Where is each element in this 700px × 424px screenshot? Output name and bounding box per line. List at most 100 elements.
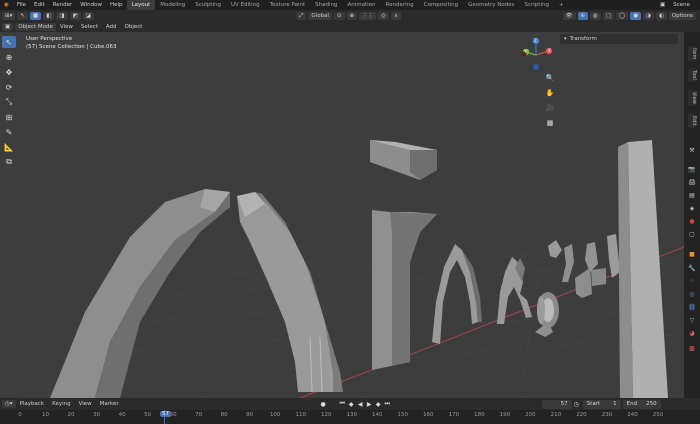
timeline-menu-marker[interactable]: Marker — [96, 401, 123, 407]
shading-solid-icon[interactable]: ● — [630, 12, 642, 20]
output-props-icon[interactable]: 🖨 — [687, 178, 697, 187]
measure-icon[interactable]: 📐 — [2, 141, 16, 153]
play-reverse-icon[interactable]: ◀ — [356, 400, 365, 409]
timeline-editor-icon[interactable]: ◷▾ — [2, 400, 16, 408]
arch-mesh-2[interactable] — [237, 192, 343, 393]
tab-animation[interactable]: Animation — [342, 0, 380, 10]
menu-view[interactable]: View — [56, 24, 77, 30]
select-mode-intersect-icon[interactable]: ◪ — [82, 12, 94, 20]
start-frame-field[interactable]: Start 1 — [582, 399, 621, 409]
shading-material-icon[interactable]: ◑ — [643, 12, 654, 20]
tab-geometry-nodes[interactable]: Geometry Nodes — [463, 0, 519, 10]
play-icon[interactable]: ▶ — [365, 400, 374, 409]
scale-icon[interactable]: ⤡ — [2, 96, 16, 108]
orientation-select[interactable]: Global — [308, 12, 332, 20]
modifier-props-icon[interactable]: 🔧 — [687, 264, 697, 273]
proportional-edit-icon[interactable]: ◎ — [378, 12, 389, 20]
jump-end-icon[interactable]: ⏭ — [383, 400, 392, 409]
editor-type-icon[interactable]: ⊞▾ — [2, 12, 16, 20]
annotate-icon[interactable]: ✎ — [2, 126, 16, 138]
tab-sculpting[interactable]: Sculpting — [190, 0, 226, 10]
tab-uv-editing[interactable]: UV Editing — [226, 0, 265, 10]
particles-props-icon[interactable]: ⁘ — [687, 277, 697, 286]
move-icon[interactable]: ✥ — [2, 66, 16, 78]
falloff-icon[interactable]: ∧ — [390, 12, 402, 20]
zoom-icon[interactable]: 🔍 — [543, 72, 557, 84]
tab-rendering[interactable]: Rendering — [381, 0, 419, 10]
shading-rendered-icon[interactable]: ◐ — [655, 12, 667, 20]
timeline-menu-playback[interactable]: Playback — [16, 401, 49, 407]
visibility-icon[interactable]: 👁 — [562, 12, 576, 20]
tab-scripting[interactable]: Scripting — [520, 0, 554, 10]
menu-edit[interactable]: Edit — [30, 0, 49, 10]
texture-props-icon[interactable]: ▩ — [687, 344, 697, 353]
menu-select[interactable]: Select — [77, 24, 102, 30]
menu-render[interactable]: Render — [49, 0, 77, 10]
physics-props-icon[interactable]: ◎ — [687, 290, 697, 299]
options-button[interactable]: Options — [668, 12, 696, 20]
3d-viewport[interactable] — [0, 32, 684, 398]
sidebar-tab-item[interactable]: Item — [688, 46, 697, 62]
timeline-menu-view[interactable]: View — [75, 401, 96, 407]
menu-add[interactable]: Add — [102, 24, 121, 30]
shading-wireframe-icon[interactable]: ◯ — [616, 12, 629, 20]
gizmo-toggle-icon[interactable]: ⊕ — [577, 12, 589, 20]
blender-logo-icon[interactable]: ◉ — [0, 0, 13, 10]
tab-layout[interactable]: Layout — [126, 0, 156, 10]
menu-file[interactable]: File — [13, 0, 30, 10]
scene-label[interactable]: Scene — [669, 0, 694, 10]
record-icon[interactable]: ● — [319, 400, 328, 409]
transform-orientation-icon[interactable]: ⤢ — [296, 12, 307, 20]
select-mode-new-icon[interactable]: ■ — [29, 12, 42, 20]
menu-window[interactable]: Window — [76, 0, 106, 10]
select-mode-extend-icon[interactable]: ◧ — [43, 12, 55, 20]
render-props-icon[interactable]: 📷 — [687, 165, 697, 174]
transform-icon[interactable]: ⊞ — [2, 111, 16, 123]
playhead-label[interactable]: 57 — [160, 411, 171, 417]
menu-help[interactable]: Help — [106, 0, 127, 10]
jump-start-icon[interactable]: ⏮ — [338, 400, 347, 409]
sidebar-tab-view[interactable]: View — [688, 90, 697, 106]
prev-keyframe-icon[interactable]: ◆ — [347, 400, 356, 409]
current-frame-field[interactable]: 57 — [541, 399, 572, 409]
tab-compositing[interactable]: Compositing — [419, 0, 463, 10]
xray-icon[interactable]: ▢ — [602, 12, 615, 20]
view-layer-props-icon[interactable]: ▤ — [687, 191, 697, 200]
properties-tool-icon[interactable]: ⚒ — [687, 146, 697, 155]
next-keyframe-icon[interactable]: ◆ — [374, 400, 383, 409]
sidebar-tab-tool[interactable]: Tool — [688, 68, 697, 82]
select-mode-invert-icon[interactable]: ◩ — [69, 12, 81, 20]
select-mode-subtract-icon[interactable]: ◨ — [56, 12, 68, 20]
grid-view-icon[interactable]: ▦ — [543, 117, 557, 129]
end-frame-field[interactable]: End 250 — [622, 399, 661, 409]
transform-panel[interactable]: ▾ Transform — [560, 34, 678, 44]
overlay-toggle-icon[interactable]: ◍ — [590, 12, 601, 20]
object-props-icon[interactable]: ■ — [687, 250, 697, 259]
timeline-ruler[interactable]: 250 240 230 220 210 200 190 180 170 160 150 140 130 1… — [0, 410, 700, 424]
pivot-icon[interactable]: ⊙ — [333, 12, 345, 20]
add-cube-icon[interactable]: ⧉ — [2, 156, 16, 168]
add-workspace-button[interactable]: + — [554, 0, 569, 10]
collection-props-icon[interactable]: ▢ — [687, 230, 697, 239]
constraints-props-icon[interactable]: ⛓ — [687, 303, 697, 312]
sidebar-tab-edit[interactable]: Edit — [688, 114, 697, 128]
rotate-icon[interactable]: ⟳ — [2, 81, 16, 93]
gizmo-neg-z-icon[interactable] — [533, 64, 539, 70]
cursor-tool-icon[interactable]: ↖ — [17, 12, 28, 20]
timeline-menu-keying[interactable]: Keying — [48, 401, 74, 407]
material-props-icon[interactable]: ◕ — [687, 329, 697, 338]
data-props-icon[interactable]: ▽ — [687, 316, 697, 325]
pan-hand-icon[interactable]: ✋ — [543, 87, 557, 99]
block-mesh[interactable] — [370, 140, 437, 180]
slab-mesh[interactable] — [618, 140, 668, 398]
tab-shading[interactable]: Shading — [310, 0, 342, 10]
pillar-mesh[interactable] — [372, 210, 437, 370]
cursor-icon[interactable]: ⊕ — [2, 51, 16, 63]
snap-icon[interactable]: ⊕ — [346, 12, 358, 20]
world-props-icon[interactable]: ● — [687, 217, 697, 226]
tab-modeling[interactable]: Modeling — [155, 0, 190, 10]
camera-view-icon[interactable]: 🎥 — [543, 102, 557, 114]
mode-select[interactable]: Object Mode — [15, 23, 56, 31]
scene-props-icon[interactable]: ◈ — [687, 204, 697, 213]
snap-target-icon[interactable]: ⋮⋮ — [359, 12, 377, 20]
